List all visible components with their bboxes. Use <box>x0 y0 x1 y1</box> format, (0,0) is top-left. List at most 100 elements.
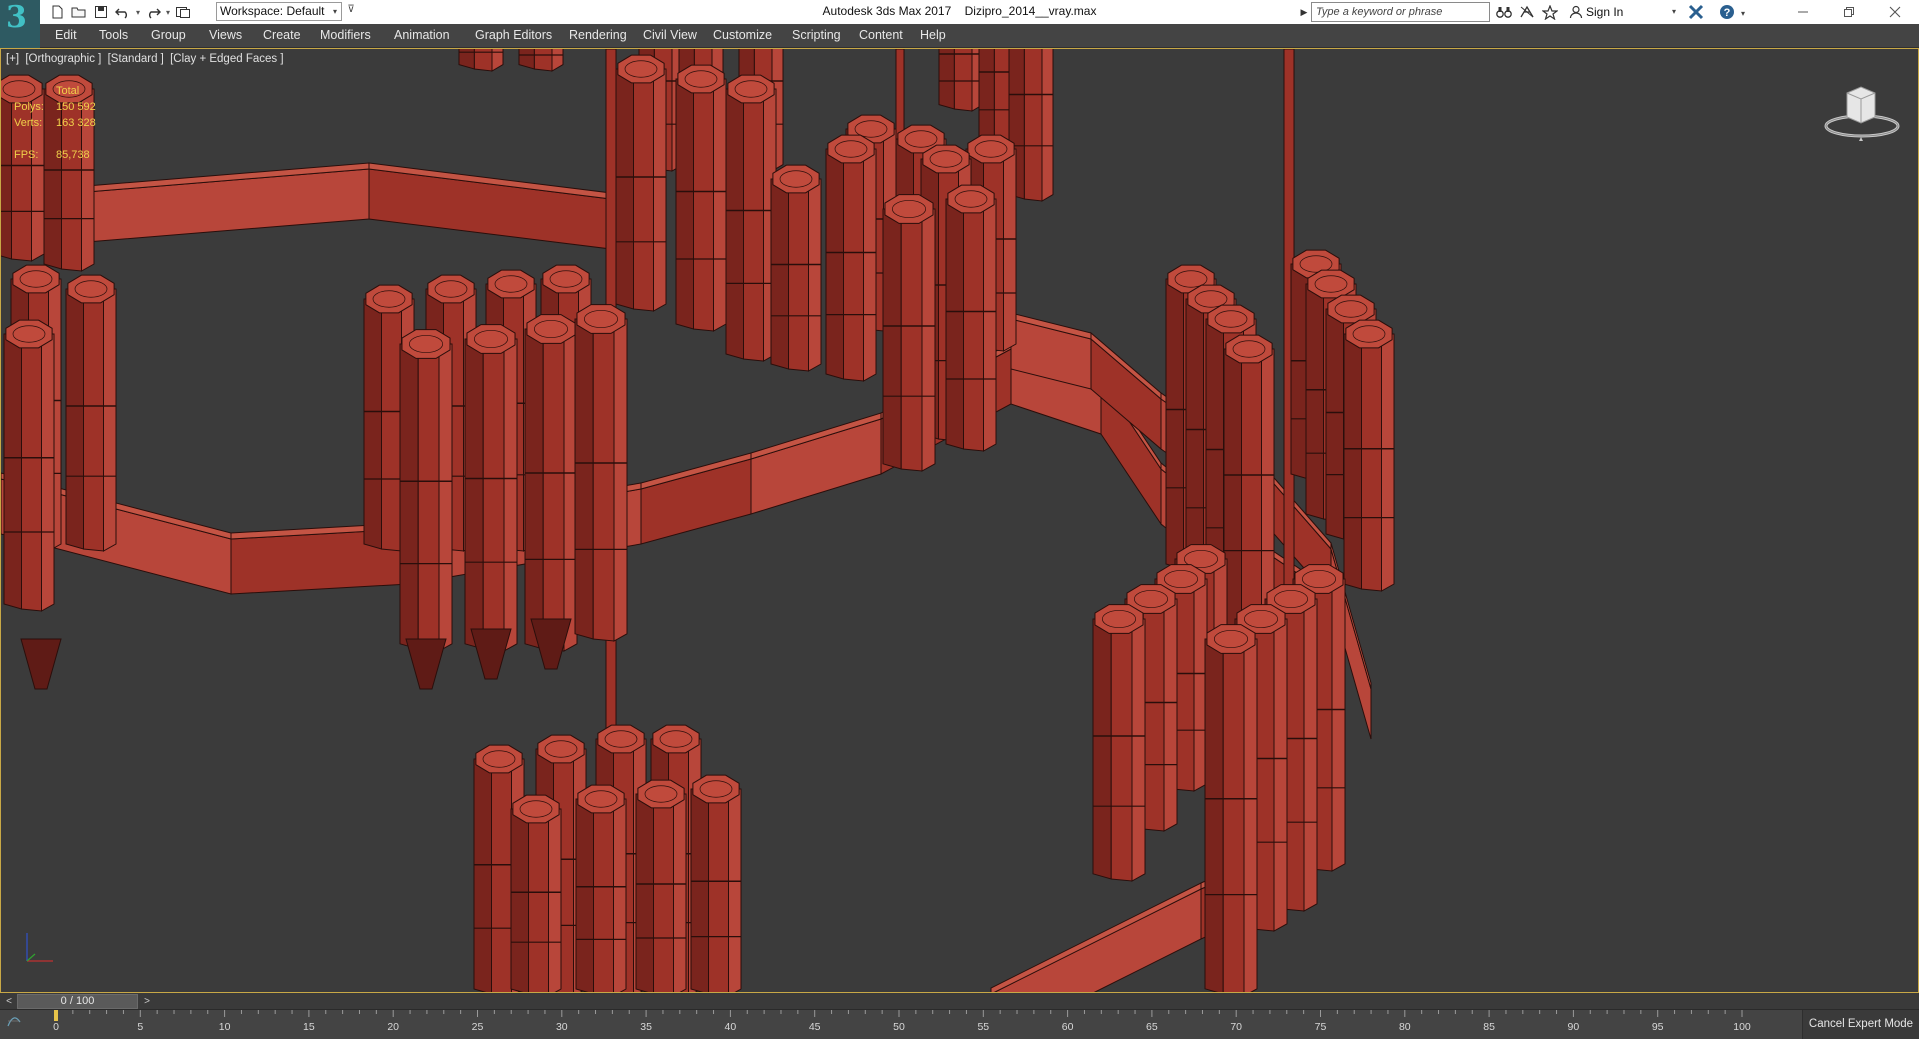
title-bar: 3 ▾ ▾ Workspace: Default ▾ ⊽ Autodesk 3d… <box>0 0 1919 48</box>
pillar-face-lit <box>983 198 997 452</box>
pillar-side <box>945 198 964 450</box>
pillar-side <box>825 148 844 380</box>
verts-value: 163 328 <box>56 117 96 129</box>
menu-animation[interactable]: Animation <box>394 24 450 48</box>
autodesk-exchange-icon[interactable] <box>1686 3 1706 21</box>
pillar-face-lit <box>653 68 667 312</box>
sign-in-button[interactable]: Sign In <box>1568 3 1623 21</box>
menu-edit[interactable]: Edit <box>55 24 77 48</box>
timeline-tick-label: 25 <box>472 1021 484 1033</box>
menu-scripting[interactable]: Scripting <box>792 24 841 48</box>
new-file-icon[interactable] <box>46 3 68 21</box>
fps-label: FPS: <box>14 149 39 161</box>
pillar-face-lit <box>503 338 518 652</box>
viewport-shading-preset-menu[interactable]: [Standard ] <box>108 53 164 65</box>
pillar-face-lit <box>438 343 453 652</box>
timeline-panel: < 0 / 100 > 0 5 10 15 20 25 30 35 40 45 50 55 60 65 70… <box>0 993 1919 1039</box>
binoculars-icon[interactable] <box>1494 3 1514 21</box>
menu-modifiers[interactable]: Modifiers <box>320 24 371 48</box>
pillar-side <box>524 328 544 650</box>
pillar-face <box>1142 598 1165 832</box>
menu-rendering[interactable]: Rendering <box>569 24 627 48</box>
pillar-side <box>518 49 535 70</box>
search-input[interactable] <box>1311 2 1490 22</box>
redo-dropdown-icon[interactable]: ▾ <box>164 3 172 21</box>
menu-civil-view[interactable]: Civil View <box>643 24 697 48</box>
menu-group[interactable]: Group <box>151 24 186 48</box>
menu-tools[interactable]: Tools <box>99 24 128 48</box>
perspective-viewport[interactable]: [+] [Orthographic ] [Standard ] [Clay + … <box>0 48 1919 993</box>
save-icon[interactable] <box>90 3 112 21</box>
menu-views[interactable]: Views <box>209 24 242 48</box>
search-expand-icon[interactable]: ▶ <box>1298 3 1310 21</box>
restore-icon[interactable] <box>1826 0 1872 24</box>
pillar-face <box>843 148 864 382</box>
menu-customize[interactable]: Customize <box>713 24 772 48</box>
svg-text:▾: ▾ <box>1741 9 1745 18</box>
pillar-face <box>900 208 923 472</box>
redo-icon[interactable] <box>142 3 164 21</box>
mini-curve-editor-icon[interactable] <box>6 1014 34 1030</box>
pillar-side <box>363 298 382 550</box>
menu-content[interactable]: Content <box>859 24 903 48</box>
viewport-general-menu[interactable]: [+] <box>6 53 19 65</box>
pillar-face-lit <box>548 808 562 992</box>
cancel-expert-mode-button[interactable]: Cancel Expert Mode <box>1802 1010 1919 1039</box>
prev-frame-button[interactable]: < <box>2 994 16 1009</box>
pillar-side <box>575 798 594 992</box>
communication-center-icon[interactable] <box>1517 3 1537 21</box>
menu-graph-editors[interactable]: Graph Editors <box>475 24 552 48</box>
pillar-face-lit <box>1331 578 1346 872</box>
help-icon[interactable]: ? ▾ <box>1718 3 1748 21</box>
pillar-side <box>399 343 419 650</box>
time-slider-thumb[interactable]: 0 / 100 <box>17 994 138 1009</box>
pillar-strut <box>20 638 62 690</box>
polys-value: 150 592 <box>56 101 96 113</box>
pillar-side <box>882 208 902 470</box>
workspace-label: Workspace: Default <box>220 4 325 18</box>
pillar-strut <box>470 628 512 680</box>
viewcube-icon[interactable] <box>1817 79 1907 149</box>
viewport-label: [+] [Orthographic ] [Standard ] [Clay + … <box>6 53 287 65</box>
pillar-face <box>417 343 440 652</box>
pillar-face-lit <box>1261 348 1275 632</box>
project-folder-icon[interactable] <box>172 3 194 21</box>
app-window: 3 ▾ ▾ Workspace: Default ▾ ⊽ Autodesk 3d… <box>0 0 1919 1039</box>
menu-help[interactable]: Help <box>920 24 946 48</box>
timeline-tick-label: 80 <box>1399 1021 1411 1033</box>
pillar-face <box>633 68 654 312</box>
undo-icon[interactable] <box>112 3 134 21</box>
pillar-face <box>1023 49 1043 202</box>
pillar-side <box>725 88 744 360</box>
workspace-menu-icon[interactable]: ⊽ <box>344 4 358 20</box>
axis-tripod-icon <box>26 933 53 962</box>
timeline-tick-label: 100 <box>1733 1021 1751 1033</box>
pillar-face-lit <box>1243 638 1258 992</box>
viewport-display-style-menu[interactable]: [Clay + Edged Faces ] <box>170 53 283 65</box>
app-logo-icon[interactable]: 3 <box>0 0 40 48</box>
pillar-side <box>65 288 84 550</box>
viewport-point-of-view-menu[interactable]: [Orthographic ] <box>25 53 101 65</box>
favorites-star-icon[interactable] <box>1540 3 1560 21</box>
minimize-icon[interactable] <box>1780 0 1826 24</box>
app-name: Autodesk 3ds Max 2017 <box>822 4 952 18</box>
pillar-face-lit <box>673 793 687 992</box>
pillar-face <box>1361 333 1382 592</box>
track-bar[interactable]: 0 5 10 15 20 25 30 35 40 45 50 55 60 65 70 75 80 85 90 95 10… <box>0 1010 1790 1039</box>
current-frame-marker[interactable] <box>54 1010 58 1021</box>
undo-dropdown-icon[interactable]: ▾ <box>134 3 142 21</box>
pillar-face <box>708 788 729 992</box>
next-frame-button[interactable]: > <box>140 994 154 1009</box>
close-icon[interactable] <box>1872 0 1918 24</box>
timeline-tick-label: 65 <box>1146 1021 1158 1033</box>
open-file-icon[interactable] <box>68 3 90 21</box>
time-slider[interactable]: < 0 / 100 > <box>0 993 1919 1010</box>
pillar-face <box>1110 618 1133 882</box>
workspace-dropdown[interactable]: Workspace: Default ▾ <box>216 2 342 21</box>
pillar-face <box>788 178 809 372</box>
menu-create[interactable]: Create <box>263 24 301 48</box>
timeline-tick-label: 85 <box>1483 1021 1495 1033</box>
chevron-down-icon[interactable]: ▾ <box>1672 3 1676 21</box>
polys-label: Polys: <box>14 101 44 113</box>
pillar-face <box>528 808 549 992</box>
